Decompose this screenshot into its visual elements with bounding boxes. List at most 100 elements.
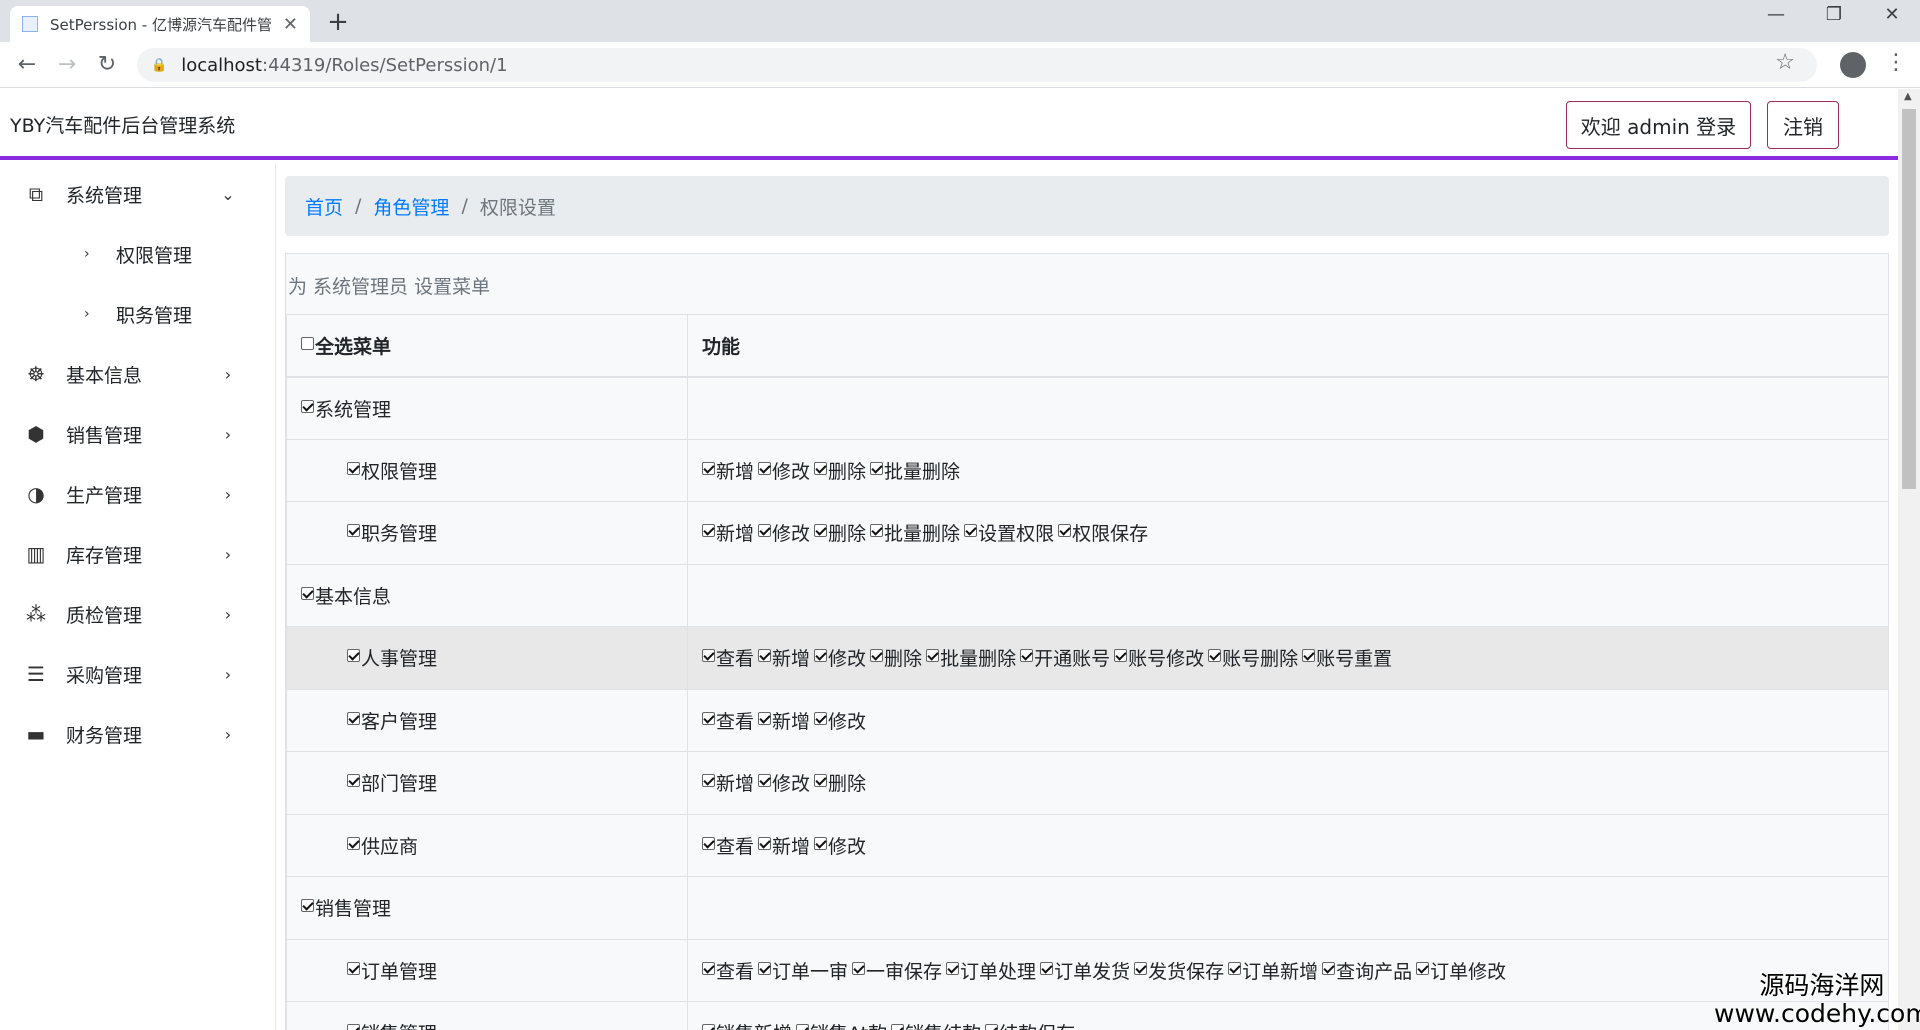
function-checkbox[interactable] — [1416, 961, 1430, 975]
function-option[interactable]: 订单新增 — [1228, 961, 1318, 983]
menu-checkbox[interactable] — [347, 836, 360, 850]
function-checkbox[interactable] — [926, 649, 940, 663]
function-checkbox[interactable] — [814, 461, 828, 475]
menu-checkbox[interactable] — [347, 524, 360, 538]
function-option[interactable]: 销售新增 — [702, 1023, 792, 1030]
function-option[interactable]: 账号删除 — [1208, 648, 1298, 670]
function-checkbox[interactable] — [702, 524, 715, 538]
menu-checkbox[interactable] — [301, 586, 314, 600]
sidebar-item-system[interactable]: ⧉ 系统管理 ⌄ — [0, 164, 276, 224]
function-checkbox[interactable] — [702, 774, 715, 788]
sidebar-item-basic-info[interactable]: ☸ 基本信息 › — [0, 344, 276, 404]
function-option[interactable]: 设置权限 — [964, 523, 1054, 545]
function-option[interactable]: 开通账号 — [1020, 648, 1110, 670]
browser-menu-icon[interactable]: ⋮ — [1885, 50, 1907, 75]
sidebar-item-production[interactable]: ◑ 生产管理 › — [0, 464, 276, 524]
function-checkbox[interactable] — [870, 524, 884, 538]
function-checkbox[interactable] — [814, 836, 828, 850]
sidebar-item-sales[interactable]: ⬢ 销售管理 › — [0, 404, 276, 464]
function-checkbox[interactable] — [891, 1024, 905, 1030]
function-option[interactable]: 权限保存 — [1058, 523, 1148, 545]
function-checkbox[interactable] — [702, 836, 715, 850]
function-option[interactable]: 新增 — [702, 773, 754, 795]
new-tab-button[interactable]: + — [324, 8, 352, 36]
reload-icon[interactable]: ↻ — [92, 50, 122, 80]
scrollbar-thumb[interactable] — [1902, 109, 1916, 489]
function-checkbox[interactable] — [870, 649, 884, 663]
function-checkbox[interactable] — [814, 649, 828, 663]
address-bar[interactable]: 🔒 localhost:44319/Roles/SetPerssion/1 ☆ — [137, 48, 1817, 82]
function-option[interactable]: 修改 — [758, 773, 810, 795]
function-option[interactable]: 查询产品 — [1322, 961, 1412, 983]
scroll-up-arrow-icon[interactable]: ▲ — [1904, 91, 1912, 102]
menu-checkbox[interactable] — [347, 774, 360, 788]
function-option[interactable]: 修改 — [814, 648, 866, 670]
function-checkbox[interactable] — [758, 961, 772, 975]
function-option[interactable]: 订单修改 — [1416, 961, 1506, 983]
function-checkbox[interactable] — [758, 461, 772, 475]
function-option[interactable]: 查看 — [702, 648, 754, 670]
function-option[interactable]: 查看 — [702, 961, 754, 983]
function-checkbox[interactable] — [814, 524, 828, 538]
logout-button[interactable]: 注销 — [1767, 101, 1839, 149]
function-checkbox[interactable] — [1302, 649, 1316, 663]
page-scrollbar[interactable]: ▲ — [1898, 89, 1920, 1030]
function-checkbox[interactable] — [946, 961, 960, 975]
function-option[interactable]: 订单发货 — [1040, 961, 1130, 983]
function-checkbox[interactable] — [702, 461, 715, 475]
menu-checkbox[interactable] — [347, 961, 360, 975]
function-checkbox[interactable] — [702, 961, 715, 975]
function-checkbox[interactable] — [964, 524, 978, 538]
function-checkbox[interactable] — [702, 711, 715, 725]
function-option[interactable]: 新增 — [702, 461, 754, 483]
function-option[interactable]: 删除 — [814, 461, 866, 483]
profile-avatar-icon[interactable] — [1840, 52, 1866, 78]
function-checkbox[interactable] — [1058, 524, 1072, 538]
function-checkbox[interactable] — [985, 1024, 999, 1030]
function-checkbox[interactable] — [1208, 649, 1222, 663]
function-checkbox[interactable] — [1040, 961, 1054, 975]
welcome-button[interactable]: 欢迎 admin 登录 — [1566, 101, 1751, 149]
function-option[interactable]: 账号修改 — [1114, 648, 1204, 670]
back-arrow-icon[interactable]: ← — [12, 50, 42, 80]
close-tab-icon[interactable]: ✕ — [283, 14, 298, 35]
menu-checkbox[interactable] — [347, 1024, 360, 1030]
menu-checkbox[interactable] — [301, 899, 314, 913]
function-option[interactable]: 一审保存 — [852, 961, 942, 983]
function-checkbox[interactable] — [1322, 961, 1336, 975]
function-option[interactable]: 删除 — [870, 648, 922, 670]
function-option[interactable]: 修改 — [814, 711, 866, 733]
sidebar-item-inventory[interactable]: ▥ 库存管理 › — [0, 524, 276, 584]
function-checkbox[interactable] — [758, 649, 772, 663]
forward-arrow-icon[interactable]: → — [52, 50, 82, 80]
function-option[interactable]: 新增 — [758, 836, 810, 858]
function-checkbox[interactable] — [758, 524, 772, 538]
menu-checkbox[interactable] — [347, 649, 360, 663]
function-checkbox[interactable] — [1114, 649, 1128, 663]
function-option[interactable]: 订单处理 — [946, 961, 1036, 983]
function-checkbox[interactable] — [758, 774, 772, 788]
function-option[interactable]: 批量删除 — [870, 461, 960, 483]
function-option[interactable]: 销售At款 — [796, 1023, 887, 1030]
sidebar-item-quality[interactable]: ⁂ 质检管理 › — [0, 584, 276, 644]
function-option[interactable]: 修改 — [758, 461, 810, 483]
function-option[interactable]: 销售结款 — [891, 1023, 981, 1030]
function-option[interactable]: 账号重置 — [1302, 648, 1392, 670]
function-option[interactable]: 删除 — [814, 523, 866, 545]
function-checkbox[interactable] — [852, 961, 866, 975]
minimize-window-button[interactable]: — — [1756, 4, 1796, 25]
function-checkbox[interactable] — [814, 711, 828, 725]
function-checkbox[interactable] — [1134, 961, 1148, 975]
sidebar-subitem-permission[interactable]: › 权限管理 — [0, 224, 276, 284]
maximize-window-button[interactable]: ❐ — [1814, 4, 1854, 25]
function-checkbox[interactable] — [702, 649, 715, 663]
function-checkbox[interactable] — [1020, 649, 1034, 663]
function-option[interactable]: 修改 — [758, 523, 810, 545]
breadcrumb-home-link[interactable]: 首页 — [305, 193, 343, 220]
function-option[interactable]: 新增 — [758, 648, 810, 670]
select-all-checkbox[interactable] — [301, 336, 314, 350]
function-checkbox[interactable] — [702, 1024, 715, 1030]
sidebar-subitem-position[interactable]: › 职务管理 — [0, 284, 276, 344]
sidebar-item-purchasing[interactable]: ☰ 采购管理 › — [0, 644, 276, 704]
function-option[interactable]: 新增 — [758, 711, 810, 733]
